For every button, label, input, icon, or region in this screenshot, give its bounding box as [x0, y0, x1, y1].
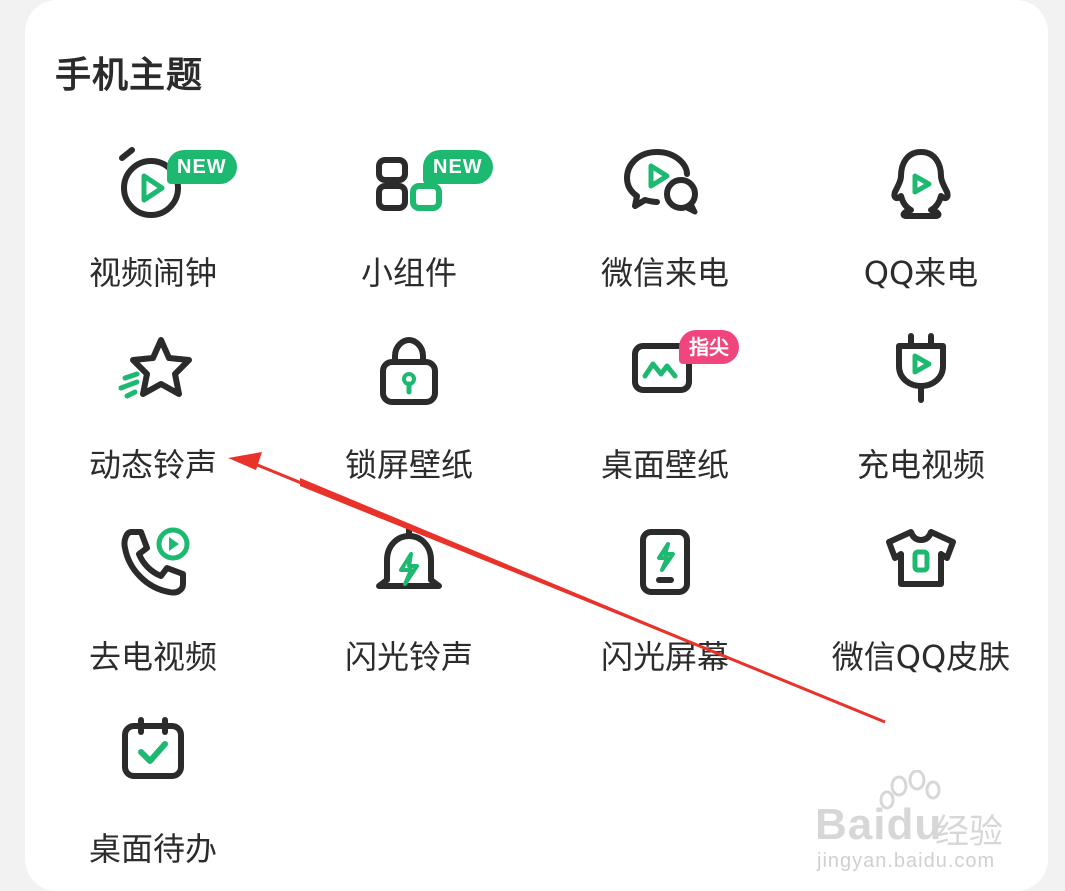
item-flash-ringtone[interactable]: 闪光铃声	[281, 522, 537, 692]
wechat-call-icon	[617, 138, 713, 234]
watermark-cn: 经验	[935, 812, 1003, 852]
wallpaper-icon: 指尖	[617, 330, 739, 426]
item-qq-call[interactable]: QQ来电	[793, 138, 1049, 308]
item-label: 微信QQ皮肤	[831, 638, 1011, 676]
video-alarm-icon: NEW	[105, 138, 237, 234]
item-desktop-todo[interactable]: 桌面待办	[25, 714, 281, 884]
item-widget[interactable]: NEW 小组件	[281, 138, 537, 308]
item-skin[interactable]: 微信QQ皮肤	[793, 522, 1049, 692]
item-charging-video[interactable]: 充电视频	[793, 330, 1049, 500]
item-dynamic-ringtone[interactable]: 动态铃声	[25, 330, 281, 500]
item-label: 锁屏壁纸	[344, 446, 473, 484]
item-label: 小组件	[360, 254, 457, 292]
item-label: 闪光铃声	[344, 638, 473, 676]
flash-phone-icon	[617, 522, 713, 618]
watermark-logo: Baidu	[815, 800, 943, 849]
new-badge: NEW	[423, 150, 493, 184]
item-label: 充电视频	[856, 446, 985, 484]
item-flash-screen[interactable]: 闪光屏幕	[537, 522, 793, 692]
flash-bell-icon	[361, 522, 457, 618]
section-title: 手机主题	[55, 55, 204, 96]
tshirt-icon	[873, 522, 969, 618]
item-label: 闪光屏幕	[600, 638, 729, 676]
tip-badge: 指尖	[679, 330, 739, 364]
item-label: 微信来电	[600, 254, 729, 292]
item-outgoing-video[interactable]: 去电视频	[25, 522, 281, 692]
item-label: 桌面壁纸	[600, 446, 729, 484]
baidu-jingyan-watermark: Baidu 经验 jingyan.baidu.com	[815, 770, 1025, 872]
item-label: 动态铃声	[88, 446, 217, 484]
lock-icon	[361, 330, 457, 426]
widget-icon: NEW	[361, 138, 493, 234]
new-badge: NEW	[167, 150, 237, 184]
calendar-check-icon	[105, 714, 201, 810]
item-lockscreen-wallpaper[interactable]: 锁屏壁纸	[281, 330, 537, 500]
charging-plug-icon	[873, 330, 969, 426]
item-label: QQ来电	[863, 254, 979, 292]
item-label: 桌面待办	[88, 830, 217, 868]
phone-video-icon	[105, 522, 201, 618]
dynamic-star-icon	[105, 330, 201, 426]
qq-penguin-icon	[873, 138, 969, 234]
item-video-alarm[interactable]: NEW 视频闹钟	[25, 138, 281, 308]
watermark-url: jingyan.baidu.com	[817, 850, 996, 872]
item-desktop-wallpaper[interactable]: 指尖 桌面壁纸	[537, 330, 793, 500]
item-wechat-call[interactable]: 微信来电	[537, 138, 793, 308]
item-label: 去电视频	[88, 638, 217, 676]
item-label: 视频闹钟	[88, 254, 217, 292]
